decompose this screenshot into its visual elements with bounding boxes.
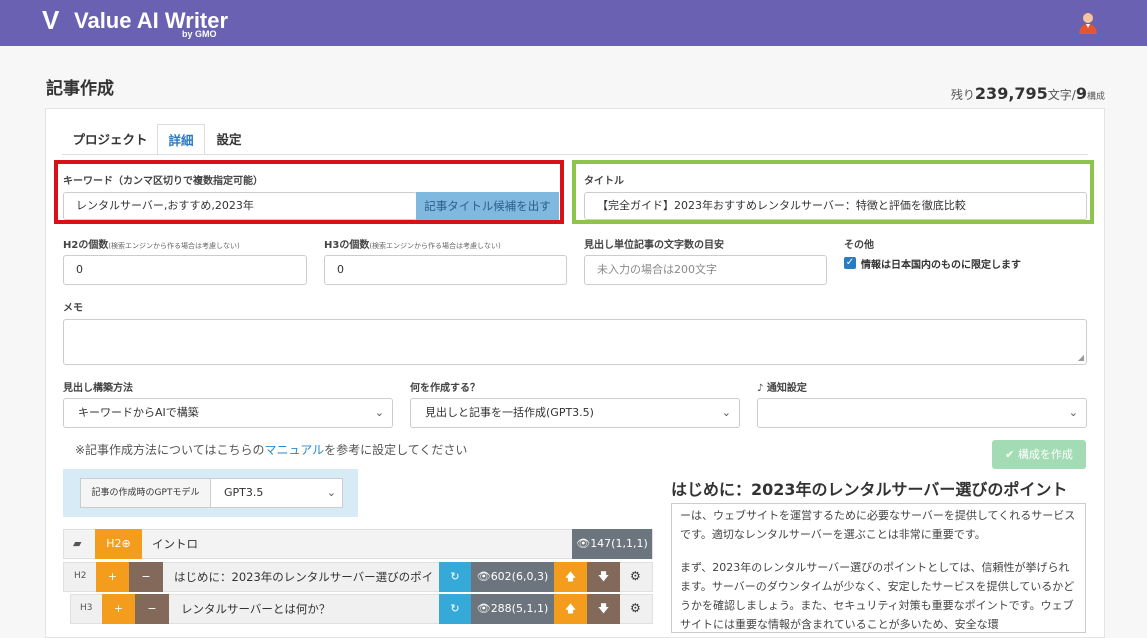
view-count-badge[interactable]: 👁602(6,0,3) <box>471 562 554 592</box>
outline-row-text: イントロ <box>152 537 198 551</box>
remove-button[interactable]: − <box>135 594 169 624</box>
title-label: タイトル <box>584 176 624 187</box>
outline-heading-input[interactable]: レンタルサーバーとは何か？ <box>181 601 432 617</box>
check-circle-icon: ✔ <box>1005 448 1018 461</box>
char-length-input[interactable]: 未入力の場合は200文字 <box>584 255 827 285</box>
h3-count-input[interactable]: 0 <box>324 255 567 285</box>
add-button[interactable]: + <box>96 562 129 592</box>
other-label: その他 <box>844 240 874 251</box>
user-avatar-icon[interactable] <box>1076 10 1100 34</box>
h2-count-input[interactable]: 0 <box>63 255 307 285</box>
eye-icon: 👁 <box>476 570 491 583</box>
preview-paragraph: ーは、ウェブサイトを運営するために必要なサーバーを提供してくれるサービスです。適… <box>680 509 1076 541</box>
pin-icon: ▰ <box>73 537 82 550</box>
logo-mark: V <box>42 5 59 35</box>
preview-paragraph: まず、2023年のレンタルサーバー選びのポイントとしては、信頼性が挙げられます。… <box>680 561 1075 631</box>
resize-grip-icon[interactable]: ◢ <box>1078 353 1084 362</box>
title-input[interactable]: 【完全ガイド】2023年おすすめレンタルサーバー：特徴と評価を徹底比較 <box>584 192 1087 220</box>
outline-tag: H3 <box>80 603 93 613</box>
tab-divider <box>62 154 1088 155</box>
create-outline-button[interactable]: ✔ 構成を作成 <box>992 440 1086 469</box>
keyword-input[interactable]: レンタルサーバー,おすすめ,2023年 <box>63 192 417 220</box>
h2-count-label: H2の個数(検索エンジンから作る場合は考慮しない) <box>63 240 240 251</box>
view-count-badge[interactable]: 👁288(5,1,1) <box>471 594 554 624</box>
preview-section-title: はじめに：2023年のレンタルサーバー選びのポイント <box>671 480 1068 499</box>
suggest-title-button[interactable]: 記事タイトル候補を出す <box>416 192 559 220</box>
gpt-model-select[interactable]: GPT3.5 ⌄ <box>210 478 343 508</box>
move-up-button[interactable]: 🡅 <box>554 594 587 624</box>
gpt-model-label: 記事の作成時のGPTモデル <box>80 478 210 508</box>
outline-tag: H2 <box>74 571 87 581</box>
domestic-only-label: 情報は日本国内のものに限定します <box>861 260 1021 271</box>
domestic-only-checkbox[interactable]: ✓ <box>844 257 856 269</box>
top-navbar: V Value AI Writer by GMO <box>0 0 1147 46</box>
chevron-down-icon: ⌄ <box>326 486 336 499</box>
tab-project[interactable]: プロジェクト <box>62 124 158 155</box>
add-button[interactable]: + <box>102 594 135 624</box>
chevron-down-icon: ⌄ <box>721 406 731 419</box>
h2-add-button[interactable]: H2⊕ <box>95 529 142 559</box>
refresh-icon[interactable]: ↻ <box>439 594 471 624</box>
move-up-button[interactable]: 🡅 <box>554 562 587 592</box>
remove-button[interactable]: − <box>129 562 163 592</box>
move-down-button[interactable]: 🡇 <box>587 594 620 624</box>
h3-count-label: H3の個数(検索エンジンから作る場合は考慮しない) <box>324 240 501 251</box>
method-select[interactable]: キーワードからAIで構築 ⌄ <box>63 398 393 428</box>
memo-textarea[interactable]: ◢ <box>63 319 1087 365</box>
page-title: 記事作成 <box>46 79 114 99</box>
char-length-label: 見出し単位記事の文字数の目安 <box>584 240 724 251</box>
notify-label: ♪ 通知設定 <box>757 383 807 394</box>
notify-select[interactable]: ⌄ <box>757 398 1087 428</box>
chevron-down-icon: ⌄ <box>374 406 384 419</box>
gear-icon[interactable]: ⚙ <box>630 569 641 583</box>
gear-icon[interactable]: ⚙ <box>630 601 641 615</box>
eye-icon: 👁 <box>576 537 591 550</box>
eye-icon: 👁 <box>476 602 491 615</box>
tab-settings[interactable]: 設定 <box>205 124 253 155</box>
view-count-badge[interactable]: 👁147(1,1,1) <box>572 529 652 559</box>
manual-link[interactable]: マニュアル <box>264 443 324 457</box>
method-label: 見出し構築方法 <box>63 383 133 394</box>
manual-note: ※記事作成方法についてはこちらのマニュアルを参考に設定してください <box>75 443 468 457</box>
logo-by: by GMO <box>182 29 217 39</box>
refresh-icon[interactable]: ↻ <box>439 562 471 592</box>
memo-label: メモ <box>63 303 83 314</box>
tab-detail[interactable]: 詳細 <box>157 124 205 155</box>
outline-heading-input[interactable]: はじめに：2023年のレンタルサーバー選びのポイ: <box>174 569 432 585</box>
move-down-button[interactable]: 🡇 <box>587 562 620 592</box>
remaining-quota: 残り239,795文字/9構成 <box>950 84 1105 103</box>
what-select[interactable]: 見出しと記事を一括作成(GPT3.5) ⌄ <box>410 398 740 428</box>
what-label: 何を作成する？ <box>410 383 480 394</box>
keyword-label: キーワード（カンマ区切りで複数指定可能） <box>63 176 263 187</box>
preview-textarea[interactable]: ーは、ウェブサイトを運営するために必要なサーバーを提供してくれるサービスです。適… <box>671 503 1086 633</box>
chevron-down-icon: ⌄ <box>1068 406 1078 419</box>
